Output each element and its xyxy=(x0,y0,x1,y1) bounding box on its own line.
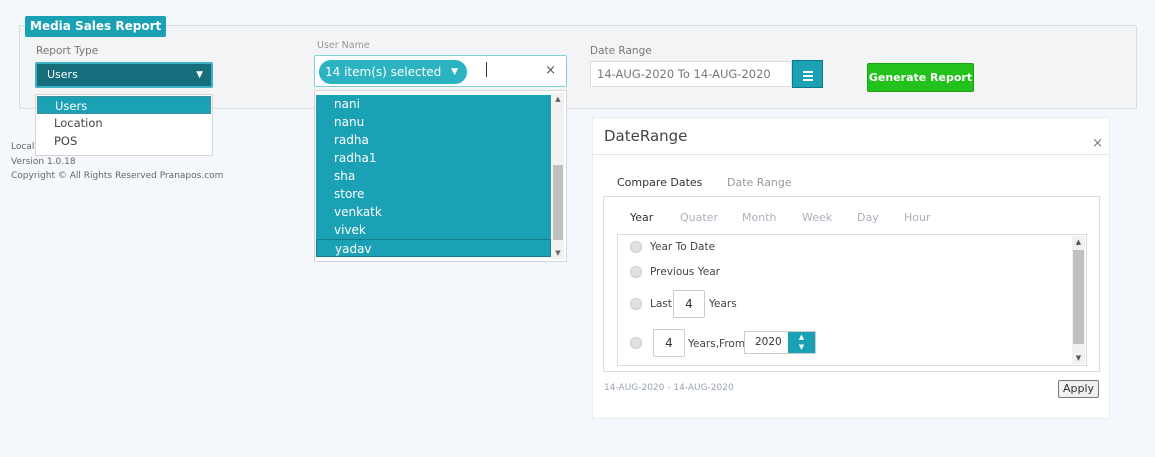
selected-count-text: 14 item(s) selected xyxy=(325,65,442,79)
period-day[interactable]: Day xyxy=(857,211,879,224)
tab-compare-dates[interactable]: Compare Dates xyxy=(617,176,702,189)
option-years-from-label: Years,From xyxy=(688,338,746,350)
user-name-label: User Name xyxy=(317,40,370,51)
user-option[interactable]: radha1 xyxy=(316,149,551,167)
report-type-value: Users xyxy=(47,68,78,81)
footer-copyright: Copyright © All Rights Reserved Pranapos… xyxy=(11,171,224,181)
report-type-select[interactable]: Users ▼ xyxy=(35,62,213,88)
compare-dates-box: Year Quater Month Week Day Hour Year To … xyxy=(603,196,1100,372)
report-type-option-pos[interactable]: POS xyxy=(36,132,212,150)
years-from-input[interactable]: 4 xyxy=(653,329,685,357)
date-range-menu-button[interactable] xyxy=(792,60,823,88)
scroll-up-icon[interactable]: ▲ xyxy=(1072,236,1085,248)
options-scrollbar[interactable]: ▲ ▼ xyxy=(1072,236,1085,364)
user-option[interactable]: venkatk xyxy=(316,203,551,221)
from-year-value: 2020 xyxy=(755,336,782,348)
footer-version: Version 1.0.18 xyxy=(11,157,76,167)
user-option[interactable]: nanu xyxy=(316,113,551,131)
chevron-down-icon: ▼ xyxy=(451,67,458,77)
report-type-label: Report Type xyxy=(36,45,99,57)
report-type-option-users[interactable]: Users xyxy=(37,96,211,114)
option-previous-year: Previous Year xyxy=(650,266,720,278)
clear-icon[interactable]: × xyxy=(545,63,556,78)
radio-years-from[interactable] xyxy=(630,337,642,349)
option-last-label: Last xyxy=(650,298,672,310)
user-option[interactable]: store xyxy=(316,185,551,203)
radio-year-to-date[interactable] xyxy=(630,241,642,253)
spin-up-icon[interactable]: ▲ xyxy=(788,333,815,341)
menu-icon xyxy=(803,71,813,83)
user-option[interactable]: nani xyxy=(316,95,551,113)
user-name-multiselect[interactable]: 14 item(s) selected ▼ × xyxy=(314,55,567,87)
period-hour[interactable]: Hour xyxy=(904,211,931,224)
scrollbar-thumb[interactable] xyxy=(1073,250,1084,344)
user-option[interactable]: vivek xyxy=(316,221,551,239)
scroll-up-icon[interactable]: ▲ xyxy=(552,93,564,105)
page-title: Media Sales Report xyxy=(25,16,167,37)
report-type-options: Users Location POS xyxy=(35,94,213,156)
tab-date-range[interactable]: Date Range xyxy=(727,176,792,189)
date-range-panel-title: DateRange xyxy=(604,127,688,145)
period-quater[interactable]: Quater xyxy=(680,211,718,224)
scroll-down-icon[interactable]: ▼ xyxy=(552,247,564,259)
user-option[interactable]: radha xyxy=(316,131,551,149)
period-month[interactable]: Month xyxy=(742,211,776,224)
footer-local: Local xyxy=(11,142,35,152)
report-type-option-location[interactable]: Location xyxy=(36,114,212,132)
divider xyxy=(593,154,1109,155)
selected-range-text: 14-AUG-2020 - 14-AUG-2020 xyxy=(604,383,734,393)
chevron-down-icon: ▼ xyxy=(196,70,203,80)
last-years-input[interactable]: 4 xyxy=(673,290,705,318)
year-spin-buttons[interactable]: ▲ ▼ xyxy=(788,332,815,353)
generate-report-button[interactable]: Generate Report xyxy=(867,63,974,92)
date-range-label: Date Range xyxy=(590,45,652,57)
scrollbar-thumb[interactable] xyxy=(553,165,563,240)
user-option[interactable]: yadav xyxy=(316,239,551,257)
period-options-list: Year To Date Previous Year Last 4 Years … xyxy=(617,234,1087,366)
user-option[interactable]: sha xyxy=(316,167,551,185)
period-week[interactable]: Week xyxy=(802,211,832,224)
option-year-to-date: Year To Date xyxy=(650,241,716,253)
user-list-scrollbar[interactable]: ▲ ▼ xyxy=(552,93,564,259)
period-year[interactable]: Year xyxy=(630,211,653,224)
scroll-down-icon[interactable]: ▼ xyxy=(1072,352,1085,364)
selected-count-pill[interactable]: 14 item(s) selected ▼ xyxy=(319,60,467,84)
apply-button[interactable]: Apply xyxy=(1058,380,1099,398)
radio-previous-year[interactable] xyxy=(630,266,642,278)
from-year-spinner[interactable]: 2020 ▲ ▼ xyxy=(744,331,816,354)
spin-down-icon[interactable]: ▼ xyxy=(788,343,815,351)
radio-last-years[interactable] xyxy=(630,298,642,310)
option-years-label: Years xyxy=(709,298,737,310)
date-range-input[interactable]: 14-AUG-2020 To 14-AUG-2020 xyxy=(590,61,792,87)
user-name-options: nani nanu radha radha1 sha store venkatk… xyxy=(314,90,567,262)
date-range-panel: DateRange × Compare Dates Date Range Yea… xyxy=(592,117,1110,419)
text-cursor xyxy=(486,62,487,77)
close-icon[interactable]: × xyxy=(1092,136,1103,151)
